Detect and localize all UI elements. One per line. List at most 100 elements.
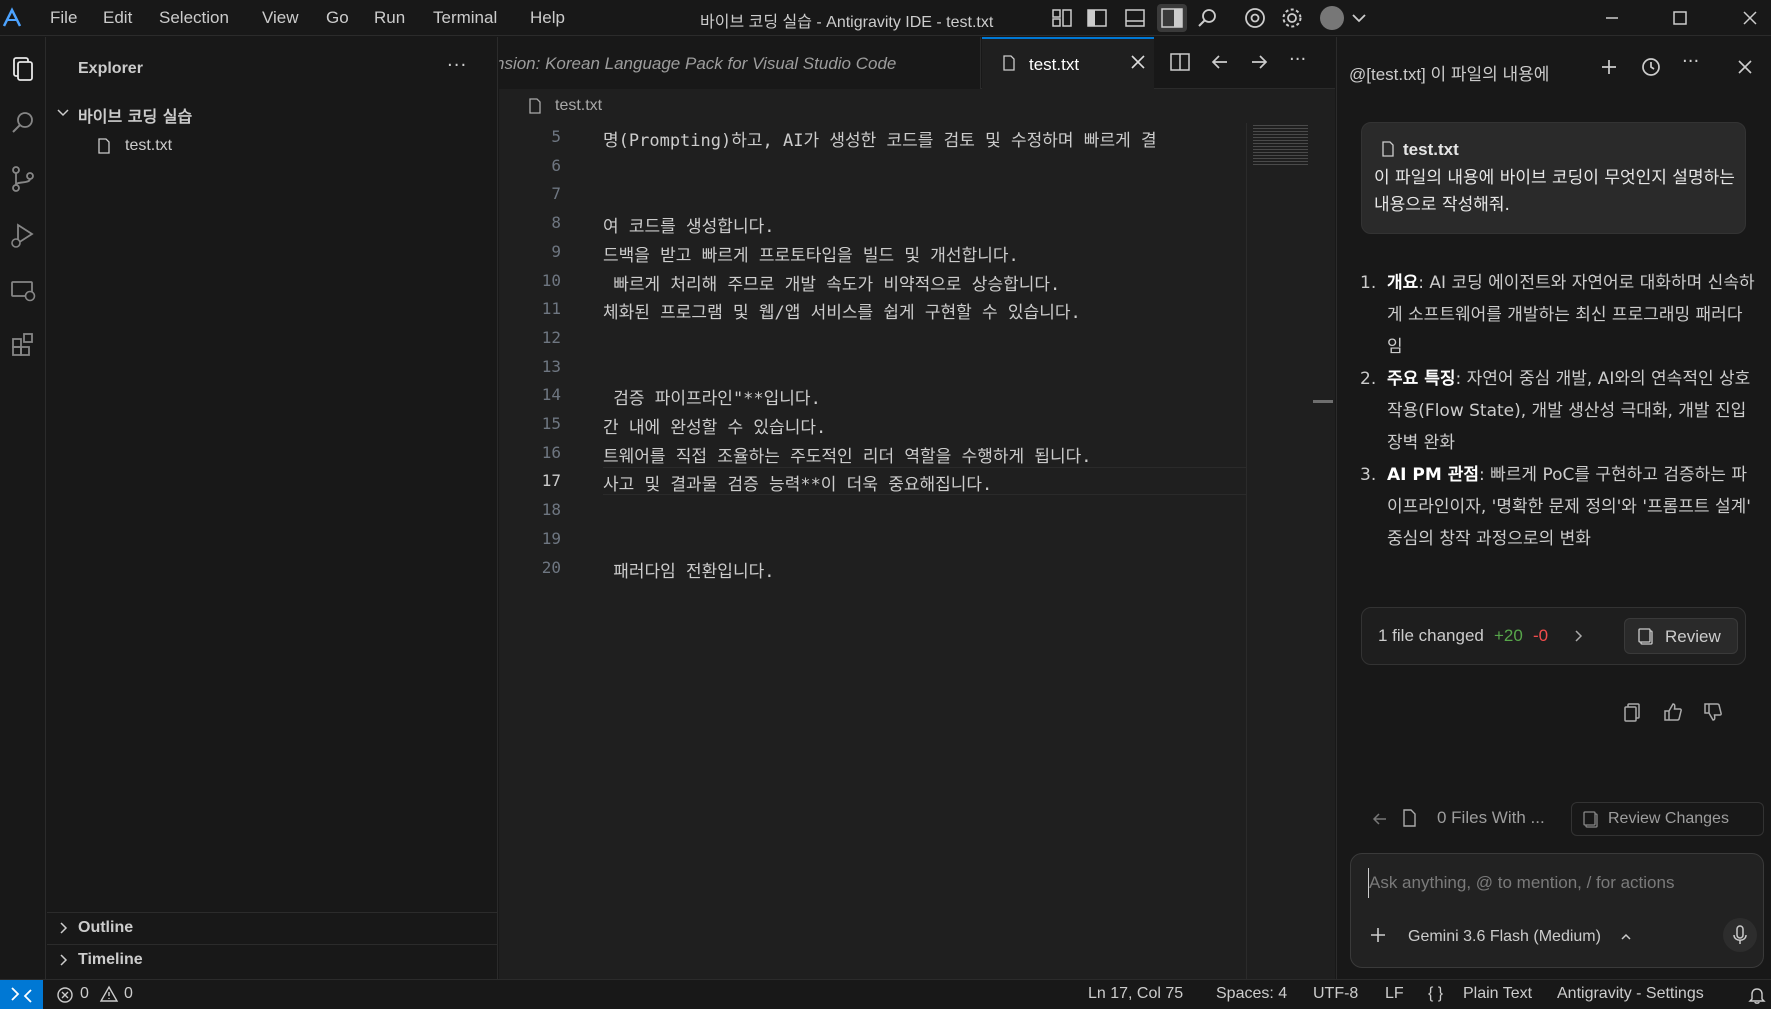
chevron-up-icon[interactable] — [1619, 930, 1633, 944]
more-actions-icon[interactable]: ··· — [447, 55, 467, 76]
run-debug-icon[interactable] — [5, 217, 41, 253]
code-line[interactable]: 16 트웨어를 직접 조율하는 주도적인 리더 역할을 수행하게 됩니다. — [499, 439, 1246, 467]
source-control-icon[interactable] — [5, 161, 41, 197]
code-line[interactable]: 8 여 코드를 생성합니다. — [499, 209, 1246, 237]
warning-icon[interactable] — [99, 985, 119, 1003]
avatar[interactable] — [1320, 6, 1344, 30]
code-line[interactable]: 7 — [499, 180, 1246, 208]
explorer-icon[interactable] — [5, 51, 41, 87]
remote-indicator[interactable] — [0, 980, 43, 1009]
arrow-left-icon[interactable] — [1370, 809, 1390, 829]
menu-edit[interactable]: Edit — [103, 8, 132, 28]
search-icon[interactable] — [5, 105, 41, 141]
thumbs-down-icon[interactable] — [1701, 700, 1725, 724]
add-context-icon[interactable] — [1367, 924, 1389, 946]
menu-file[interactable]: File — [50, 8, 77, 28]
customize-layout-icon[interactable] — [1050, 6, 1074, 30]
toggle-primary-sidebar-icon[interactable] — [1085, 6, 1109, 30]
maximize-icon[interactable] — [1668, 6, 1692, 30]
menu-selection[interactable]: Selection — [159, 8, 229, 28]
line-text: 체화된 프로그램 및 웹/앱 서비스를 쉽게 구현할 수 있습니다. — [603, 303, 1081, 324]
file-icon — [1399, 808, 1419, 828]
arrow-left-icon[interactable] — [1209, 51, 1231, 73]
code-editor[interactable]: 5 명(Prompting)하고, AI가 생성한 코드를 검토 및 수정하며 빠… — [499, 123, 1246, 979]
line-number: 10 — [541, 270, 561, 290]
code-line[interactable]: 9 드백을 받고 빠르게 프로토타입을 빌드 및 개선합니다. — [499, 238, 1246, 266]
line-number: 13 — [541, 356, 561, 376]
code-line[interactable]: 5 명(Prompting)하고, AI가 생성한 코드를 검토 및 수정하며 빠… — [499, 123, 1246, 151]
tab-extension[interactable]: nsion: Korean Language Pack for Visual S… — [499, 37, 981, 89]
toggle-secondary-sidebar-icon[interactable] — [1157, 4, 1187, 32]
line-number: 17 — [541, 471, 561, 491]
language-mode[interactable]: Plain Text — [1463, 985, 1532, 1003]
tab-test-txt[interactable]: test.txt — [982, 37, 1154, 89]
timeline-label: Timeline — [78, 951, 143, 968]
line-number: 7 — [551, 184, 561, 204]
menu-terminal[interactable]: Terminal — [433, 8, 497, 28]
menu-view[interactable]: View — [262, 8, 299, 28]
braces-icon[interactable]: { } — [1428, 985, 1443, 1003]
close-icon[interactable] — [1127, 51, 1149, 73]
code-line[interactable]: 13 — [499, 353, 1246, 381]
encoding[interactable]: UTF-8 — [1313, 985, 1358, 1003]
add-icon[interactable] — [1597, 55, 1621, 79]
review-changes-label: Review Changes — [1608, 810, 1729, 827]
review-changes-button[interactable]: Review Changes — [1571, 802, 1764, 836]
settings-label[interactable]: Antigravity - Settings — [1557, 985, 1704, 1003]
outline-section[interactable]: Outline — [47, 912, 497, 942]
split-editor-icon[interactable] — [1169, 51, 1191, 73]
model-selector[interactable]: Gemini 3.6 Flash (Medium) — [1408, 928, 1601, 946]
remote-explorer-icon[interactable] — [5, 273, 41, 309]
code-line[interactable]: 20 패러다임 전환입니다. — [499, 554, 1246, 582]
extensions-icon[interactable] — [5, 327, 41, 363]
review-button[interactable]: Review — [1624, 618, 1738, 654]
minimize-icon[interactable] — [1600, 6, 1624, 30]
indentation[interactable]: Spaces: 4 — [1216, 985, 1287, 1003]
chat-input[interactable] — [1368, 868, 1748, 898]
gear-icon[interactable] — [1280, 6, 1304, 30]
cursor-position[interactable]: Ln 17, Col 75 — [1088, 985, 1183, 1003]
minimap[interactable] — [1246, 123, 1326, 979]
chevron-right-icon[interactable] — [1572, 628, 1586, 644]
scrollbar[interactable] — [1313, 400, 1333, 403]
microphone-button[interactable] — [1723, 918, 1757, 952]
history-icon[interactable] — [1639, 55, 1663, 79]
code-line[interactable]: 17 사고 및 결과물 검증 능력**이 더욱 중요해집니다. — [499, 467, 1246, 496]
code-line[interactable]: 19 — [499, 525, 1246, 553]
browser-icon[interactable] — [1243, 6, 1267, 30]
file-changes-card[interactable]: 1 file changed +20 -0 Review — [1361, 607, 1746, 665]
code-line[interactable]: 10 빠르게 처리해 주므로 개발 속도가 비약적으로 상승합니다. — [499, 267, 1246, 295]
breadcrumb[interactable]: test.txt — [499, 89, 1335, 123]
search-icon[interactable] — [1195, 6, 1219, 30]
tab-active-label: test.txt — [1029, 55, 1080, 74]
end-of-line[interactable]: LF — [1385, 985, 1404, 1003]
arrow-right-icon[interactable] — [1248, 51, 1270, 73]
code-line[interactable]: 12 — [499, 324, 1246, 352]
warning-count[interactable]: 0 — [124, 985, 133, 1003]
code-line[interactable]: 11 체화된 프로그램 및 웹/앱 서비스를 쉽게 구현할 수 있습니다. — [499, 295, 1246, 323]
code-line[interactable]: 15 간 내에 완성할 수 있습니다. — [499, 410, 1246, 438]
menu-go[interactable]: Go — [326, 8, 349, 28]
user-message-file[interactable]: test.txt — [1403, 140, 1459, 160]
line-text: 패러다임 전환입니다. — [603, 561, 775, 582]
error-icon[interactable] — [56, 986, 74, 1004]
close-icon[interactable] — [1733, 55, 1757, 79]
menu-run[interactable]: Run — [374, 8, 405, 28]
close-window-icon[interactable] — [1738, 6, 1762, 30]
code-line[interactable]: 18 — [499, 496, 1246, 524]
toggle-panel-icon[interactable] — [1123, 6, 1147, 30]
folder-row[interactable]: 바이브 코딩 실습 — [47, 99, 497, 126]
bell-icon[interactable] — [1747, 985, 1767, 1005]
more-actions-icon[interactable]: ··· — [1289, 49, 1306, 70]
additions-count: +20 — [1494, 626, 1523, 645]
chevron-down-icon[interactable] — [1347, 6, 1371, 30]
code-line[interactable]: 14 검증 파이프라인"**입니다. — [499, 381, 1246, 409]
code-line[interactable]: 6 — [499, 152, 1246, 180]
menu-help[interactable]: Help — [530, 8, 565, 28]
error-count[interactable]: 0 — [80, 985, 89, 1003]
thumbs-up-icon[interactable] — [1661, 700, 1685, 724]
copy-icon[interactable] — [1620, 700, 1644, 724]
more-actions-icon[interactable]: ··· — [1682, 51, 1706, 75]
file-item[interactable]: test.txt — [47, 133, 497, 159]
timeline-section[interactable]: Timeline — [47, 944, 497, 974]
